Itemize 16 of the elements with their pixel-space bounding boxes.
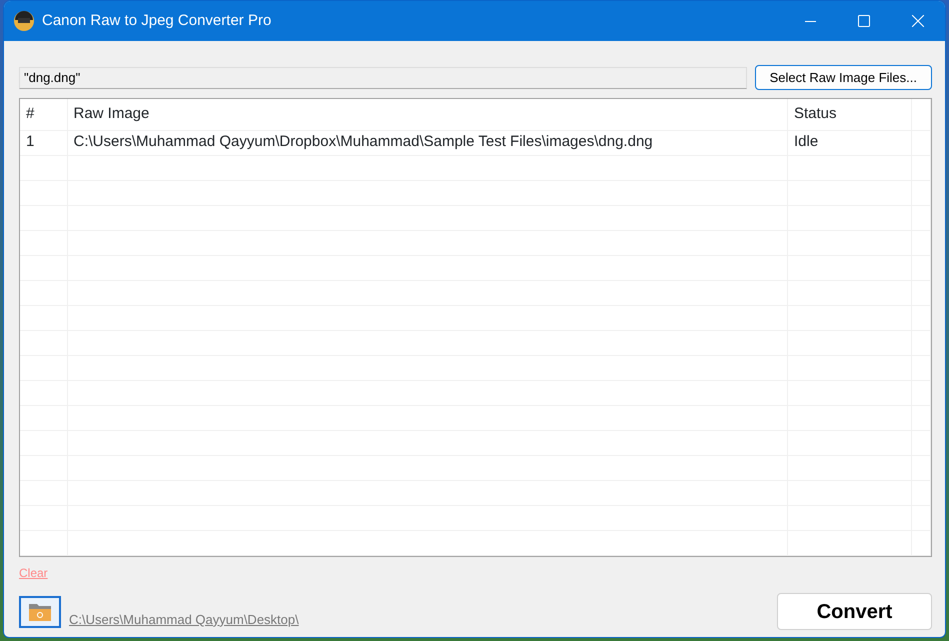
window-title: Canon Raw to Jpeg Converter Pro — [42, 10, 272, 31]
table-cell: C:\Users\Muhammad Qayyum\Dropbox\Muhammad\Sample Test Files\images\dng.dng — [67, 130, 788, 155]
table-cell: 1 — [20, 130, 67, 155]
folder-button[interactable] — [19, 596, 61, 628]
maximize-icon — [858, 15, 870, 27]
table-cell: Idle — [788, 130, 912, 155]
convert-button[interactable]: Convert — [777, 593, 932, 630]
file-field[interactable]: "dng.dng" — [19, 66, 747, 88]
column-header[interactable]: Status — [788, 99, 912, 130]
column-header[interactable]: # — [20, 99, 67, 130]
camera-icon — [14, 11, 34, 31]
select-files-button[interactable]: Select Raw Image Files... — [754, 65, 932, 90]
column-header[interactable]: Raw Image — [67, 99, 788, 130]
folder-icon — [28, 602, 52, 622]
close-icon — [912, 15, 924, 27]
output-folder-link[interactable]: C:\Users\Muhammad Qayyum\Desktop\ — [69, 610, 299, 630]
